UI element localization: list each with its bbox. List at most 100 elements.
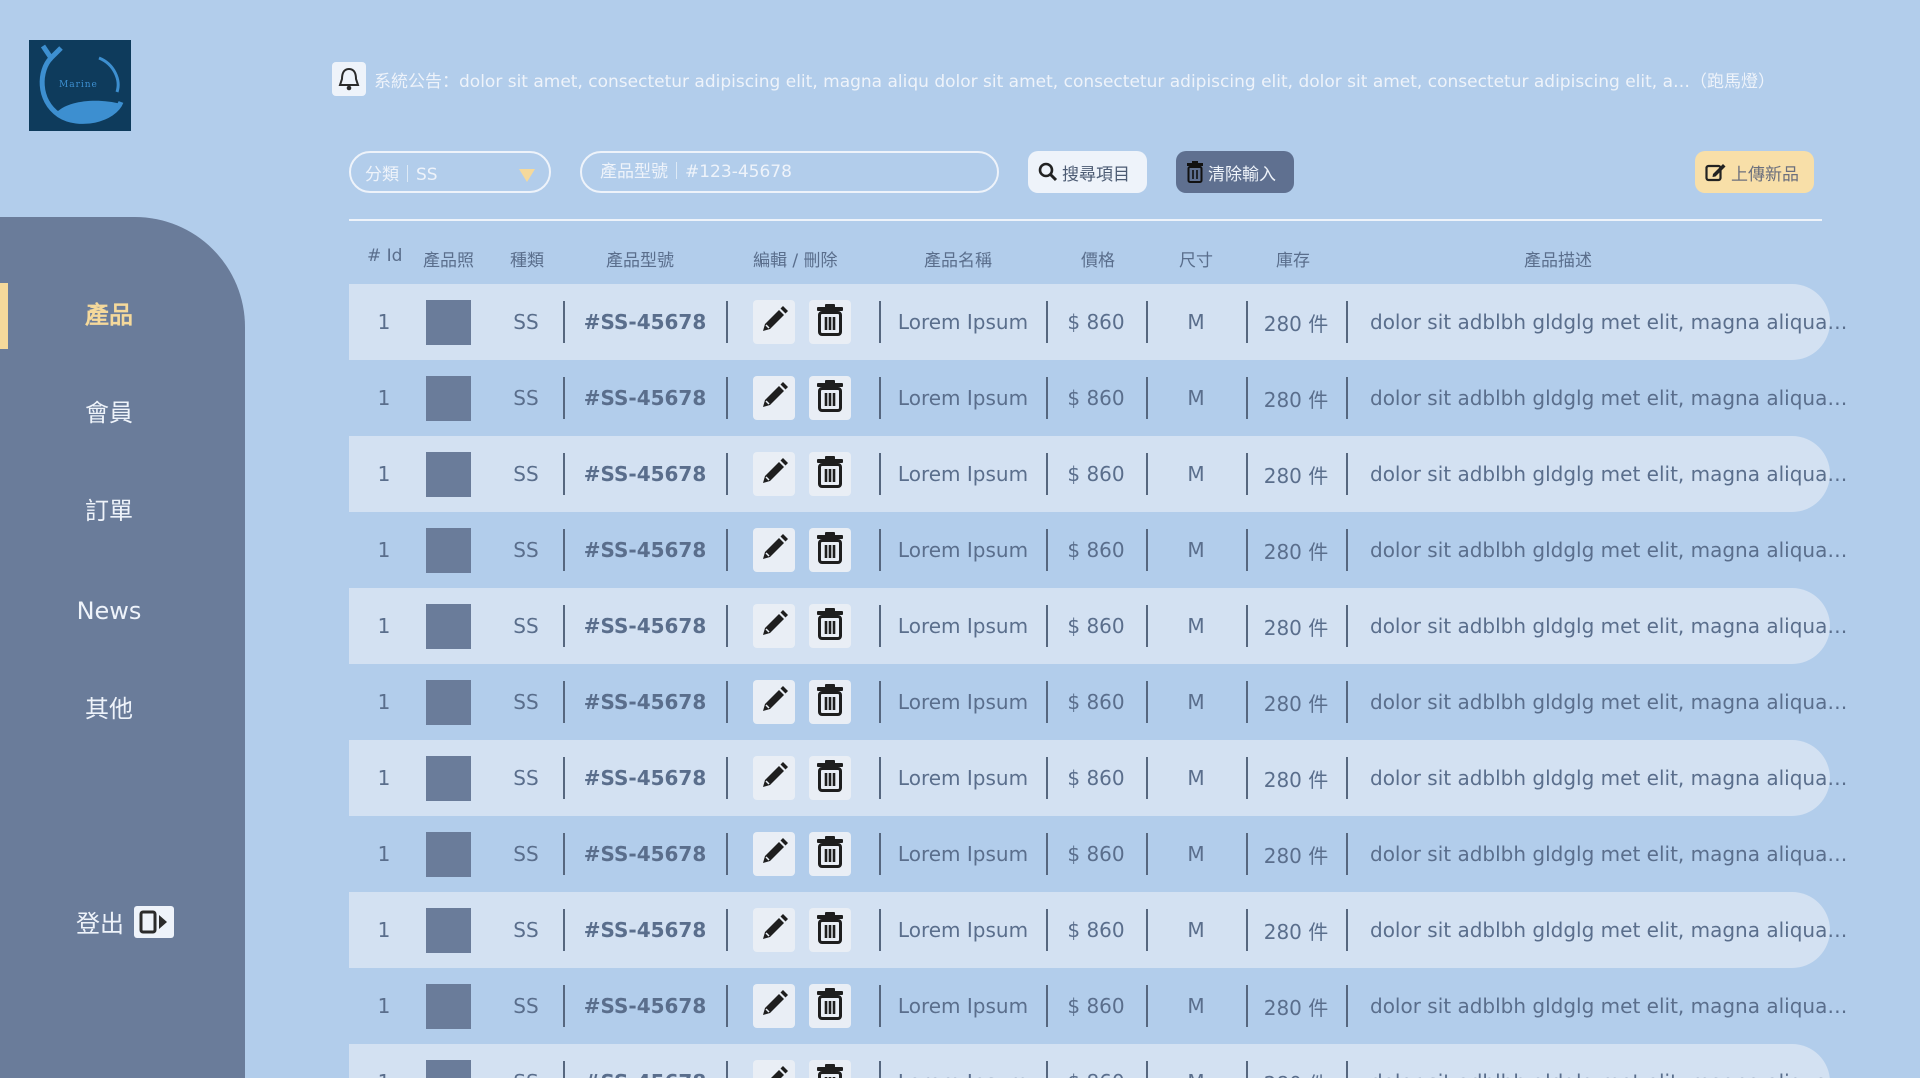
table-row[interactable]: 1SS#SS-45678Lorem Ipsum$ 860M280 件dolor … xyxy=(349,892,1847,968)
column-separator xyxy=(1246,377,1248,419)
logo-text: Marine xyxy=(59,80,98,90)
table-row[interactable]: 1SS#SS-45678Lorem Ipsum$ 860M280 件dolor … xyxy=(349,436,1847,512)
delete-button[interactable] xyxy=(809,984,851,1028)
toolbar-divider xyxy=(349,219,1822,221)
product-thumbnail[interactable] xyxy=(425,755,471,801)
row-name: Lorem Ipsum xyxy=(897,614,1029,638)
col-model-header: 產品型號 xyxy=(606,251,674,271)
category-select[interactable]: 分類｜SS xyxy=(349,151,551,193)
product-thumbnail[interactable] xyxy=(425,1059,471,1078)
search-button-label: 搜尋項目 xyxy=(1062,164,1130,185)
column-separator xyxy=(1346,377,1348,419)
product-thumbnail[interactable] xyxy=(425,907,471,953)
product-thumbnail[interactable] xyxy=(425,831,471,877)
product-thumbnail[interactable] xyxy=(425,527,471,573)
column-separator xyxy=(1146,301,1148,343)
column-separator xyxy=(1146,453,1148,495)
row-id: 1 xyxy=(377,538,391,562)
delete-button[interactable] xyxy=(809,376,851,420)
product-photo-cell xyxy=(415,740,481,816)
delete-button[interactable] xyxy=(809,604,851,648)
row-name: Lorem Ipsum xyxy=(897,310,1029,334)
delete-button[interactable] xyxy=(809,300,851,344)
product-thumbnail[interactable] xyxy=(425,375,471,421)
table-row[interactable]: 1SS#SS-45678Lorem Ipsum$ 860M280 件dolor … xyxy=(349,512,1847,588)
row-price: $ 860 xyxy=(1067,766,1125,790)
column-separator xyxy=(1146,529,1148,571)
delete-button[interactable] xyxy=(809,452,851,496)
row-model: #SS-45678 xyxy=(583,462,707,486)
column-separator xyxy=(563,301,565,343)
delete-button[interactable] xyxy=(809,1060,851,1078)
delete-button[interactable] xyxy=(809,832,851,876)
product-thumbnail[interactable] xyxy=(425,983,471,1029)
row-price: $ 860 xyxy=(1067,462,1125,486)
edit-button[interactable] xyxy=(753,604,795,648)
upload-product-button[interactable]: 上傳新品 xyxy=(1695,151,1814,193)
edit-button[interactable] xyxy=(753,908,795,952)
table-row[interactable]: 1SS#SS-45678Lorem Ipsum$ 860M280 件dolor … xyxy=(349,588,1847,664)
delete-cell xyxy=(805,892,855,968)
sidebar-item-products[interactable]: 產品 xyxy=(0,295,218,335)
column-separator xyxy=(879,681,881,723)
trash-icon xyxy=(1187,161,1203,183)
delete-button[interactable] xyxy=(809,756,851,800)
sidebar-item-orders[interactable]: 訂單 xyxy=(0,491,218,531)
row-stock: 280 件 xyxy=(1248,1044,1344,1078)
delete-cell xyxy=(805,360,855,436)
column-separator xyxy=(1246,833,1248,875)
row-description: dolor sit adblbh gldglg met elit, magna … xyxy=(1370,842,1848,866)
clear-button-label: 清除輸入 xyxy=(1208,164,1276,185)
edit-button[interactable] xyxy=(753,528,795,572)
row-model: #SS-45678 xyxy=(583,994,707,1018)
edit-cell xyxy=(749,360,799,436)
product-thumbnail[interactable] xyxy=(425,679,471,725)
edit-button[interactable] xyxy=(753,832,795,876)
row-stock: 280 件 xyxy=(1263,691,1329,716)
sidebar-item-other[interactable]: 其他 xyxy=(0,689,218,729)
edit-button[interactable] xyxy=(753,680,795,724)
table-row[interactable]: 1SS#SS-45678Lorem Ipsum$ 860M280 件dolor … xyxy=(349,968,1847,1044)
table-row[interactable]: 1SS#SS-45678Lorem Ipsum$ 860M280 件dolor … xyxy=(349,816,1848,892)
edit-button[interactable] xyxy=(753,984,795,1028)
row-price: $ 860 xyxy=(1067,994,1125,1018)
table-row[interactable]: 1SS#SS-45678Lorem Ipsum$ 860M280 件dolor … xyxy=(349,664,1847,740)
category-select-value: 分類｜SS xyxy=(365,164,438,185)
column-separator xyxy=(563,377,565,419)
edit-cell xyxy=(749,284,799,360)
logout-button[interactable]: 登出 xyxy=(76,904,174,939)
delete-button[interactable] xyxy=(809,528,851,572)
edit-button[interactable] xyxy=(753,452,795,496)
table-row[interactable]: 1SS#SS-45678Lorem Ipsum$ 860M280 件dolor … xyxy=(349,740,1847,816)
pencil-icon xyxy=(759,381,789,416)
model-search-input[interactable] xyxy=(580,151,999,193)
edit-button[interactable] xyxy=(753,756,795,800)
clear-button[interactable]: 清除輸入 xyxy=(1176,151,1294,193)
table-row[interactable]: 1SS#SS-45678Lorem Ipsum$ 860M280 件dolor … xyxy=(349,1044,1847,1078)
sidebar-item-news[interactable]: News xyxy=(0,591,218,631)
product-thumbnail[interactable] xyxy=(425,299,471,345)
edit-button[interactable] xyxy=(753,1060,795,1078)
col-actions-header: 編輯 / 刪除 xyxy=(753,251,838,271)
delete-button[interactable] xyxy=(809,680,851,724)
pencil-icon xyxy=(759,913,789,948)
row-size: M xyxy=(1187,842,1205,866)
sidebar-item-members[interactable]: 會員 xyxy=(0,393,218,433)
product-thumbnail[interactable] xyxy=(425,451,471,497)
trash-icon xyxy=(816,303,844,341)
delete-button[interactable] xyxy=(809,908,851,952)
search-button[interactable]: 搜尋項目 xyxy=(1028,151,1147,193)
product-photo-cell xyxy=(415,436,481,512)
edit-button[interactable] xyxy=(753,376,795,420)
row-stock: 280 件 xyxy=(1263,463,1329,488)
product-thumbnail[interactable] xyxy=(425,603,471,649)
row-category: SS xyxy=(513,538,539,562)
row-category: SS xyxy=(513,614,539,638)
column-separator xyxy=(1046,301,1048,343)
table-row[interactable]: 1SS#SS-45678Lorem Ipsum$ 860M280 件dolor … xyxy=(349,360,1847,436)
column-separator xyxy=(1346,909,1348,951)
edit-button[interactable] xyxy=(753,300,795,344)
row-stock: 280 件 xyxy=(1263,539,1329,564)
table-row[interactable]: 1SS#SS-45678Lorem Ipsum$ 860M280 件dolor … xyxy=(349,284,1847,360)
delete-cell xyxy=(805,664,855,740)
